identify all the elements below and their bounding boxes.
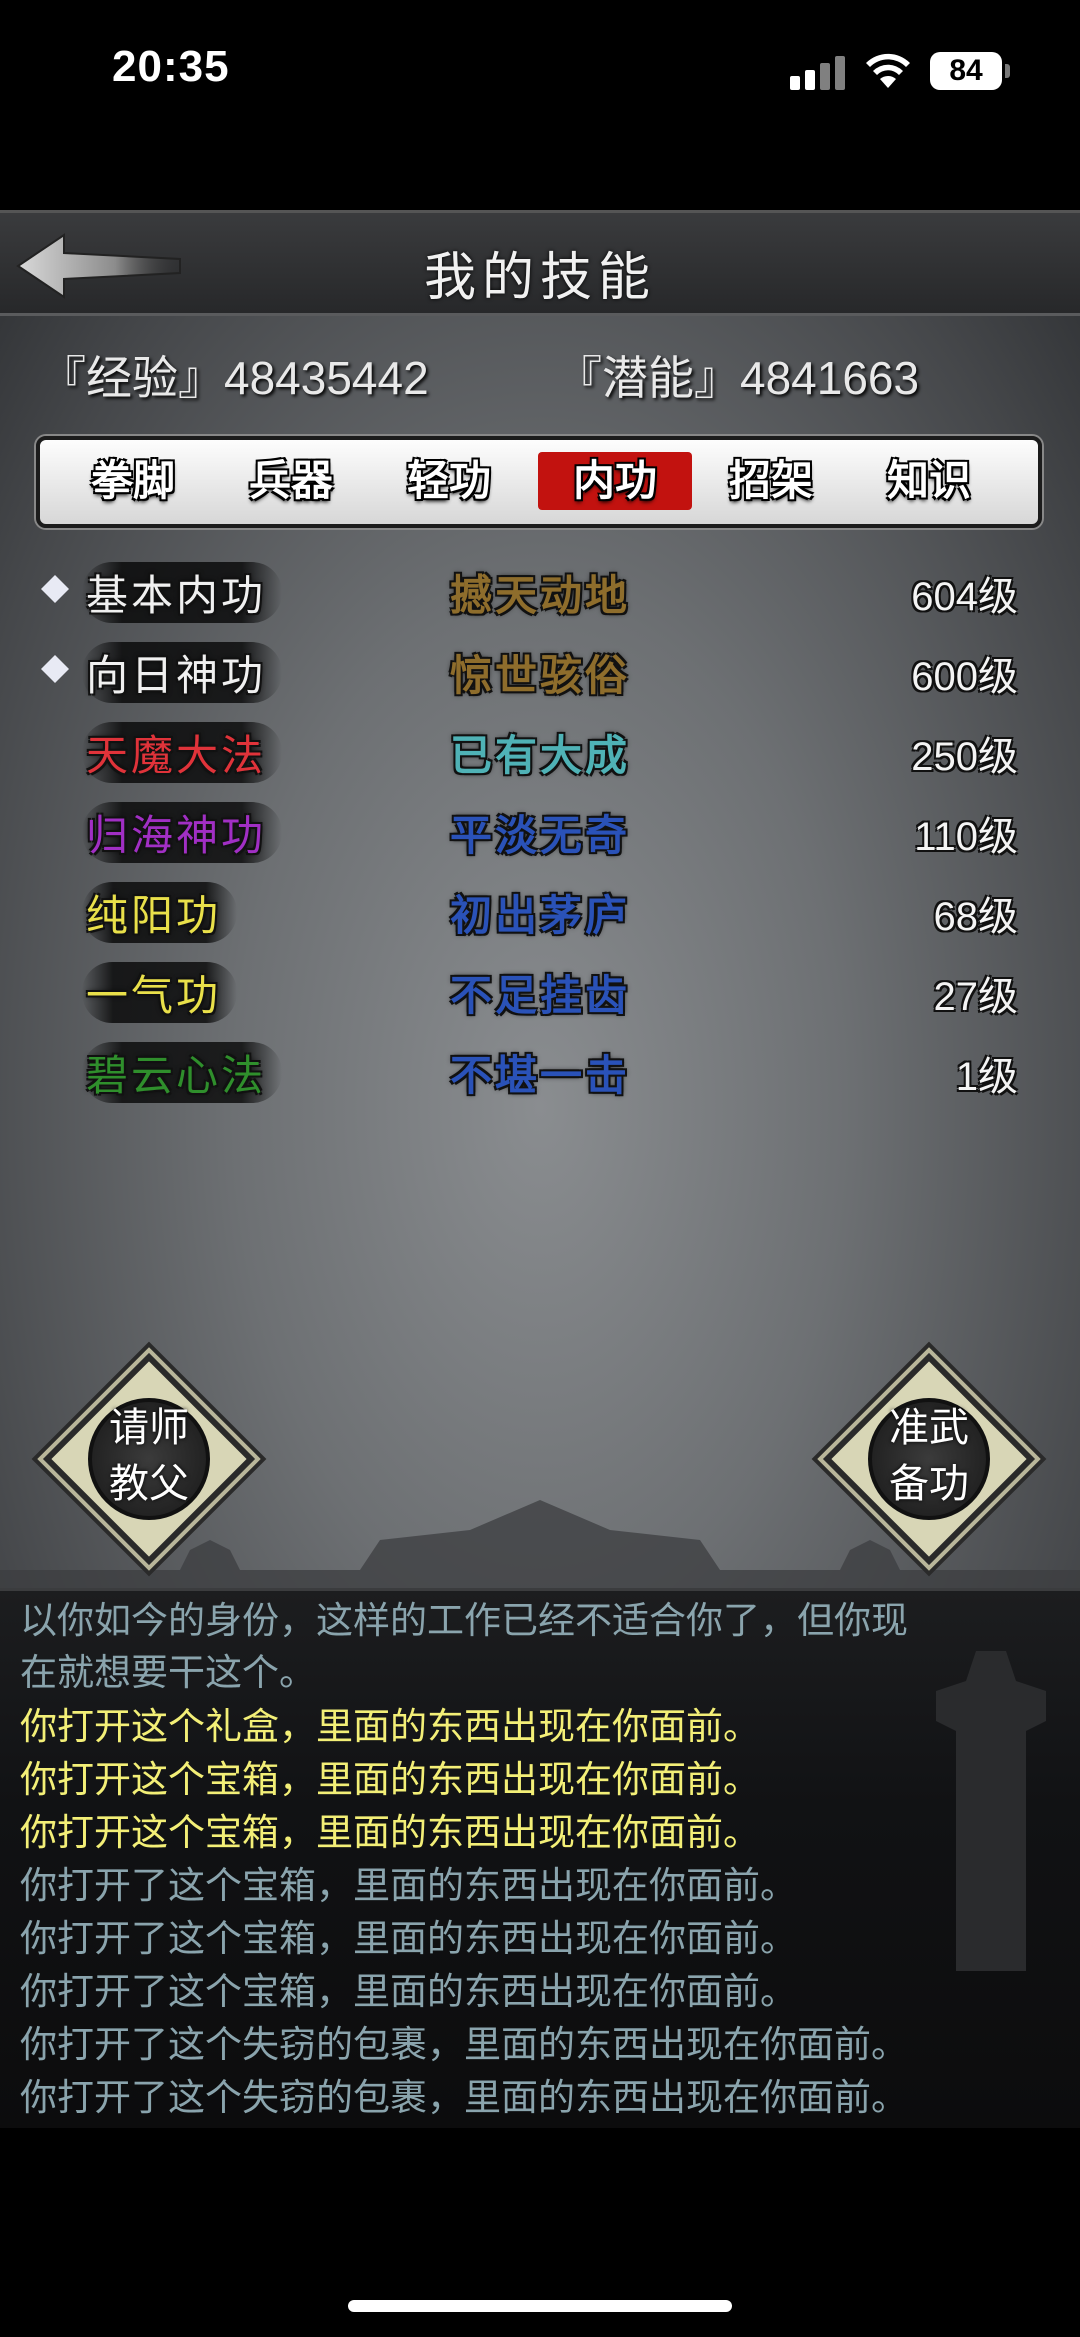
prepare-skill-label-line1: 准武: [889, 1405, 969, 1451]
status-bar: 20:35 84: [0, 0, 1080, 140]
prepare-skill-label-line2: 备功: [889, 1461, 969, 1507]
skill-rank: 惊世骇俗: [450, 651, 631, 700]
page-title: 我的技能: [423, 248, 656, 308]
cellular-signal-icon: [790, 56, 846, 90]
skill-level: 600级: [911, 655, 1018, 699]
log-line: 你打开这个礼盒，里面的东西出现在你面前。: [20, 1705, 760, 1748]
ask-master-button[interactable]: 请师 教父: [42, 1352, 256, 1566]
potential-stat: 『潜能』4841663: [556, 352, 920, 404]
battery-icon: 84: [930, 52, 1010, 90]
skill-rank: 平淡无奇: [450, 811, 631, 860]
wifi-icon: [866, 53, 910, 88]
tab-inner-force[interactable]: 内功: [538, 452, 692, 510]
message-log[interactable]: 以你如今的身份，这样的工作已经不适合你了，但你现 在就想要干这个。 你打开这个礼…: [0, 1588, 1080, 2128]
skill-name: 一气功: [82, 962, 238, 1023]
log-line: 你打开了这个宝箱，里面的东西出现在你面前。: [20, 1970, 797, 2013]
log-line: 你打开这个宝箱，里面的东西出现在你面前。: [20, 1758, 760, 1801]
skill-category-tabs: 拳脚 兵器 轻功 内功 招架 知识: [36, 436, 1042, 528]
log-line: 你打开了这个失窃的包裹，里面的东西出现在你面前。: [20, 2023, 908, 2066]
log-line: 你打开了这个宝箱，里面的东西出现在你面前。: [20, 1917, 797, 1960]
log-line: 在就想要干这个。: [20, 1651, 316, 1694]
title-bar: 我的技能: [0, 210, 1080, 316]
skill-row[interactable]: 天魔大法 已有大成 250级: [0, 716, 1080, 786]
tower-silhouette: [936, 1651, 1046, 1971]
skill-name: 碧云心法: [82, 1042, 283, 1103]
experience-stat: 『经验』48435442: [40, 352, 429, 404]
skill-row[interactable]: 向日神功 惊世骇俗 600级: [0, 636, 1080, 706]
skill-rank: 不堪一击: [450, 1051, 631, 1100]
tab-weapon[interactable]: 兵器: [214, 452, 368, 510]
tab-lightness[interactable]: 轻功: [372, 452, 526, 510]
log-line: 你打开了这个宝箱，里面的东西出现在你面前。: [20, 1864, 797, 1907]
log-line: 你打开这个宝箱，里面的东西出现在你面前。: [20, 1811, 760, 1854]
skill-name: 归海神功: [82, 802, 283, 863]
log-line: 以你如今的身份，这样的工作已经不适合你了，但你现: [20, 1599, 908, 1642]
skill-name: 基本内功: [82, 562, 283, 623]
skill-row[interactable]: 一气功 不足挂齿 27级: [0, 956, 1080, 1026]
skill-level: 27级: [933, 975, 1019, 1019]
skill-level: 68级: [933, 895, 1019, 939]
diamond-bullet-icon: [41, 575, 69, 603]
skills-panel: 我的技能 『经验』48435442 『潜能』4841663 拳脚 兵器 轻功 内…: [0, 210, 1080, 1590]
skill-name: 纯阳功: [82, 882, 238, 943]
tab-fist[interactable]: 拳脚: [56, 452, 210, 510]
ask-master-label-line2: 教父: [109, 1461, 189, 1507]
ask-master-label-line1: 请师: [109, 1405, 189, 1451]
skill-level: 1级: [955, 1055, 1018, 1099]
skill-rank: 不足挂齿: [450, 971, 631, 1020]
tab-parry[interactable]: 招架: [694, 452, 848, 510]
skill-rank: 撼天动地: [450, 571, 631, 620]
skill-level: 110级: [914, 815, 1018, 859]
stats-row: 『经验』48435442 『潜能』4841663: [0, 336, 1080, 406]
status-time: 20:35: [112, 42, 230, 91]
skill-row[interactable]: 纯阳功 初出茅庐 68级: [0, 876, 1080, 946]
skill-row[interactable]: 归海神功 平淡无奇 110级: [0, 796, 1080, 866]
prepare-skill-button[interactable]: 准武 备功: [822, 1352, 1036, 1566]
home-indicator[interactable]: [348, 2300, 732, 2312]
skill-rank: 初出茅庐: [450, 891, 631, 940]
skill-level: 250级: [911, 735, 1018, 779]
skill-level: 604级: [911, 575, 1018, 619]
tab-knowledge[interactable]: 知识: [852, 452, 1006, 510]
diamond-bullet-icon: [41, 655, 69, 683]
skill-row[interactable]: 碧云心法 不堪一击 1级: [0, 1036, 1080, 1106]
skill-row[interactable]: 基本内功 撼天动地 604级: [0, 556, 1080, 626]
skill-name: 天魔大法: [82, 722, 283, 783]
skill-name: 向日神功: [82, 642, 283, 703]
log-line: 你打开了这个失窃的包裹，里面的东西出现在你面前。: [20, 2076, 908, 2119]
skill-rank: 已有大成: [450, 731, 631, 780]
